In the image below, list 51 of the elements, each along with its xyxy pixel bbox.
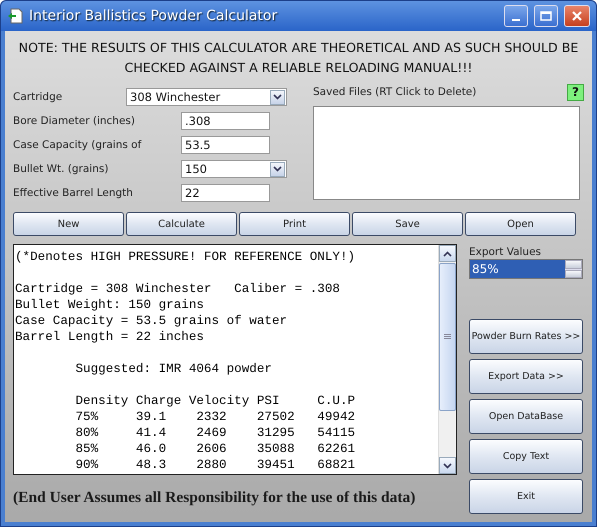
dropdown-field[interactable]: 308 Winchester — [126, 88, 287, 106]
toolbar-button[interactable]: New — [13, 212, 124, 236]
saved-files-label: Saved Files (RT Click to Delete) — [313, 86, 476, 98]
export-values-spinner[interactable]: 85% — [469, 259, 583, 279]
result-line: 75% 39.1 2332 27502 49942 — [74, 409, 356, 425]
input-field[interactable]: .308 — [181, 112, 270, 130]
scroll-down-button[interactable] — [439, 457, 456, 474]
result-line: 90% 48.3 2880 39451 68821 — [74, 457, 356, 473]
toolbar-button[interactable]: Print — [239, 212, 350, 236]
dropdown-field[interactable]: 150 — [181, 160, 287, 178]
result-line: Density Charge Velocity PSI C.U.P — [74, 393, 356, 409]
result-line: Barrel Length = 22 inches — [15, 329, 205, 345]
side-button[interactable]: Copy Text — [469, 439, 583, 474]
side-button[interactable]: Powder Burn Rates >> — [469, 319, 583, 354]
close-button[interactable] — [564, 5, 590, 27]
caret-down-icon — [443, 462, 452, 468]
scroll-up-button[interactable] — [439, 245, 456, 262]
export-values-label: Export Values — [469, 246, 542, 258]
input-field[interactable]: 22 — [181, 184, 270, 202]
warning-note: NOTE: THE RESULTS OF THIS CALCULATOR ARE THEORETICAL AND AS SUCH SHOULD BE CHECKED AGAINST A RELIABLE RELOADING MANUAL!!! — [18, 39, 580, 77]
result-line: 80% 41.4 2469 31295 54115 — [74, 425, 356, 441]
app-icon — [7, 8, 23, 24]
help-button[interactable]: ? — [567, 84, 584, 100]
scrollbar-thumb[interactable] — [439, 263, 456, 411]
minimize-button[interactable] — [504, 5, 528, 27]
result-line: (*Denotes HIGH PRESSURE! FOR REFERENCE ONLY!) — [15, 249, 356, 265]
caret-up-icon — [443, 250, 452, 256]
side-button[interactable]: Exit — [469, 479, 583, 514]
input-field[interactable]: 53.5 — [181, 136, 270, 154]
maximize-button[interactable] — [534, 5, 558, 27]
minimize-icon — [512, 19, 520, 21]
result-line: Cartridge = 308 Winchester Caliber = .308 — [15, 281, 341, 297]
field-label: Cartridge — [13, 90, 62, 104]
field-label: Case Capacity (grains of — [13, 138, 142, 152]
field-label: Bullet Wt. (grains) — [13, 162, 108, 176]
result-line: 85% 46.0 2606 35088 62261 — [74, 441, 356, 457]
disclaimer-text: (End User Assumes all Responsibility for the use of this data) — [13, 489, 416, 507]
result-line: Bullet Weight: 150 grains — [15, 297, 205, 313]
saved-files-list[interactable] — [313, 106, 580, 200]
toolbar-button[interactable]: Save — [352, 212, 463, 236]
result-line: Case Capacity = 53.5 grains of water — [15, 313, 288, 329]
window-title: Interior Ballistics Powder Calculator — [29, 8, 278, 24]
toolbar-button[interactable]: Calculate — [126, 212, 237, 236]
side-button[interactable]: Open DataBase — [469, 399, 583, 434]
close-icon — [571, 10, 583, 22]
toolbar-button[interactable]: Open — [465, 212, 576, 236]
side-button[interactable]: Export Data >> — [469, 359, 583, 394]
maximize-icon — [540, 11, 552, 21]
field-label: Effective Barrel Length — [13, 186, 133, 200]
result-line: Suggested: IMR 4064 powder — [74, 361, 273, 377]
field-label: Bore Diameter (inches) — [13, 114, 135, 128]
